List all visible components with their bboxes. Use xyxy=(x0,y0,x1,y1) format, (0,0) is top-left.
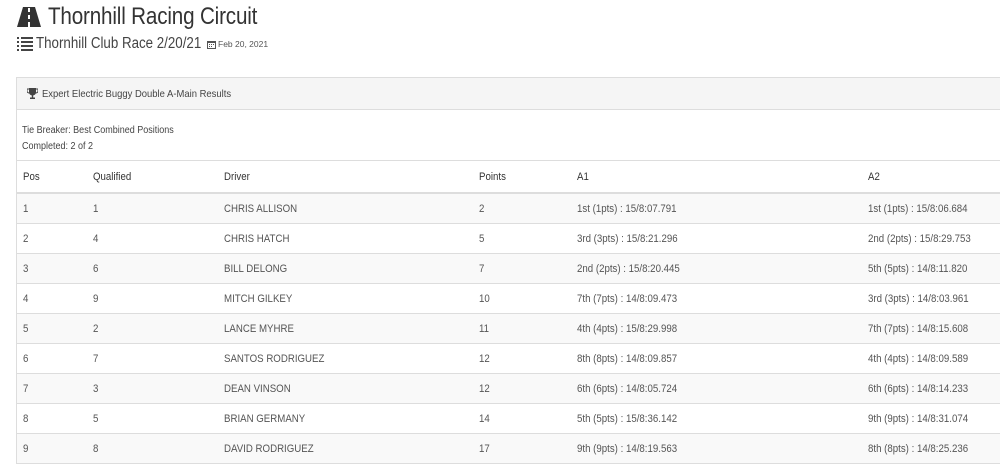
points-cell: 12 xyxy=(473,343,571,374)
table-row: 2 4 CHRIS HATCH 5 3rd (3pts) : 15/8:21.296 2n… xyxy=(17,223,1000,254)
a1-cell: 5th (5pts) : 15/8:36.142 xyxy=(571,403,862,434)
road-icon xyxy=(17,7,41,27)
points-cell: 10 xyxy=(473,283,571,314)
a1-cell: 8th (8pts) : 14/8:09.857 xyxy=(571,343,862,374)
list-icon xyxy=(17,37,33,51)
table-row: 1 1 CHRIS ALLISON 2 1st (1pts) : 15/8:07.791… xyxy=(17,192,1000,224)
driver-cell: LANCE MYHRE xyxy=(218,313,473,344)
a2-cell: 6th (6pts) : 14/8:14.233 xyxy=(862,373,1000,404)
calendar-icon xyxy=(207,40,216,49)
points-cell: 11 xyxy=(473,313,571,344)
a2-cell: 9th (9pts) : 14/8:31.074 xyxy=(862,403,1000,434)
qualified-cell: 4 xyxy=(87,223,218,254)
points-cell: 14 xyxy=(473,403,571,434)
completed-text: Completed: 2 of 2 xyxy=(22,140,94,152)
driver-cell: BILL DELONG xyxy=(218,253,473,284)
a2-cell: 7th (7pts) : 14/8:15.608 xyxy=(862,313,1000,344)
col-header-pos[interactable]: Pos xyxy=(17,160,87,194)
points-cell: 7 xyxy=(473,253,571,284)
pos-cell: 2 xyxy=(17,223,87,254)
pos-cell: 5 xyxy=(17,313,87,344)
driver-cell: MITCH GILKEY xyxy=(218,283,473,314)
a1-cell: 2nd (2pts) : 15/8:20.445 xyxy=(571,253,862,284)
pos-cell: 4 xyxy=(17,283,87,314)
a2-cell: 8th (8pts) : 14/8:25.236 xyxy=(862,433,1000,463)
table-row: 9 8 DAVID RODRIGUEZ 17 9th (9pts) : 14/8:19.… xyxy=(17,433,1000,463)
a1-cell: 7th (7pts) : 14/8:09.473 xyxy=(571,283,862,314)
table-row: 6 7 SANTOS RODRIGUEZ 12 8th (8pts) : 14/8:09… xyxy=(17,343,1000,374)
qualified-cell: 6 xyxy=(87,253,218,284)
a2-cell: 2nd (2pts) : 15/8:29.753 xyxy=(862,223,1000,254)
site-title-row: Thornhill Racing Circuit xyxy=(17,3,291,31)
points-cell: 5 xyxy=(473,223,571,254)
site-title[interactable]: Thornhill Racing Circuit xyxy=(48,3,257,31)
a2-cell: 4th (4pts) : 14/8:09.589 xyxy=(862,343,1000,374)
pos-cell: 1 xyxy=(17,192,87,224)
col-header-a1[interactable]: A1 xyxy=(571,160,862,194)
qualified-cell: 9 xyxy=(87,283,218,314)
qualified-cell: 3 xyxy=(87,373,218,404)
col-header-driver[interactable]: Driver xyxy=(218,160,473,194)
race-meta: Tie Breaker: Best Combined Positions Com… xyxy=(17,110,1000,160)
pos-cell: 8 xyxy=(17,403,87,434)
col-header-a2[interactable]: A2 xyxy=(862,160,1000,194)
qualified-cell: 2 xyxy=(87,313,218,344)
a1-cell: 1st (1pts) : 15/8:07.791 xyxy=(571,192,862,224)
pos-cell: 3 xyxy=(17,253,87,284)
trophy-icon xyxy=(27,88,38,99)
table-row: 3 6 BILL DELONG 7 2nd (2pts) : 15/8:20.445 5t… xyxy=(17,253,1000,284)
qualified-cell: 8 xyxy=(87,433,218,463)
qualified-cell: 5 xyxy=(87,403,218,434)
qualified-cell: 7 xyxy=(87,343,218,374)
a1-cell: 6th (6pts) : 14/8:05.724 xyxy=(571,373,862,404)
points-cell: 2 xyxy=(473,192,571,224)
qualified-cell: 1 xyxy=(87,192,218,224)
table-row: 8 5 BRIAN GERMANY 14 5th (5pts) : 15/8:36.14… xyxy=(17,403,1000,434)
col-header-points[interactable]: Points xyxy=(473,160,571,194)
driver-cell: SANTOS RODRIGUEZ xyxy=(218,343,473,374)
a2-cell: 5th (5pts) : 14/8:11.820 xyxy=(862,253,1000,284)
event-date: Feb 20, 2021 xyxy=(218,39,269,49)
driver-cell: DAVID RODRIGUEZ xyxy=(218,433,473,463)
pos-cell: 9 xyxy=(17,433,87,463)
panel-heading: Expert Electric Buggy Double A-Main Resu… xyxy=(17,78,1000,110)
pos-cell: 7 xyxy=(17,373,87,404)
driver-cell: CHRIS HATCH xyxy=(218,223,473,254)
results-panel: Expert Electric Buggy Double A-Main Resu… xyxy=(16,77,1000,464)
points-cell: 17 xyxy=(473,433,571,463)
a1-cell: 4th (4pts) : 15/8:29.998 xyxy=(571,313,862,344)
a2-cell: 3rd (3pts) : 14/8:03.961 xyxy=(862,283,1000,314)
a1-cell: 3rd (3pts) : 15/8:21.296 xyxy=(571,223,862,254)
a2-cell: 1st (1pts) : 15/8:06.684 xyxy=(862,192,1000,224)
event-date-wrap: Feb 20, 2021 xyxy=(207,39,268,49)
pos-cell: 6 xyxy=(17,343,87,374)
points-cell: 12 xyxy=(473,373,571,404)
driver-cell: DEAN VINSON xyxy=(218,373,473,404)
table-row: 5 2 LANCE MYHRE 11 4th (4pts) : 15/8:29.998 7… xyxy=(17,313,1000,344)
panel-heading-title: Expert Electric Buggy Double A-Main Resu… xyxy=(42,87,232,100)
table-header-row: Pos Qualified Driver Points A1 A2 xyxy=(17,160,1000,194)
driver-cell: CHRIS ALLISON xyxy=(218,192,473,224)
tie-breaker-text: Tie Breaker: Best Combined Positions xyxy=(22,125,174,136)
driver-cell: BRIAN GERMANY xyxy=(218,403,473,434)
a1-cell: 9th (9pts) : 14/8:19.563 xyxy=(571,433,862,463)
event-name[interactable]: Thornhill Club Race 2/20/21 xyxy=(36,35,201,53)
results-table: Pos Qualified Driver Points A1 A2 1 1 CHRI… xyxy=(17,160,1000,463)
table-row: 7 3 DEAN VINSON 12 6th (6pts) : 14/8:05.724 6… xyxy=(17,373,1000,404)
col-header-qualified[interactable]: Qualified xyxy=(87,160,218,194)
table-row: 4 9 MITCH GILKEY 10 7th (7pts) : 14/8:09.473… xyxy=(17,283,1000,314)
